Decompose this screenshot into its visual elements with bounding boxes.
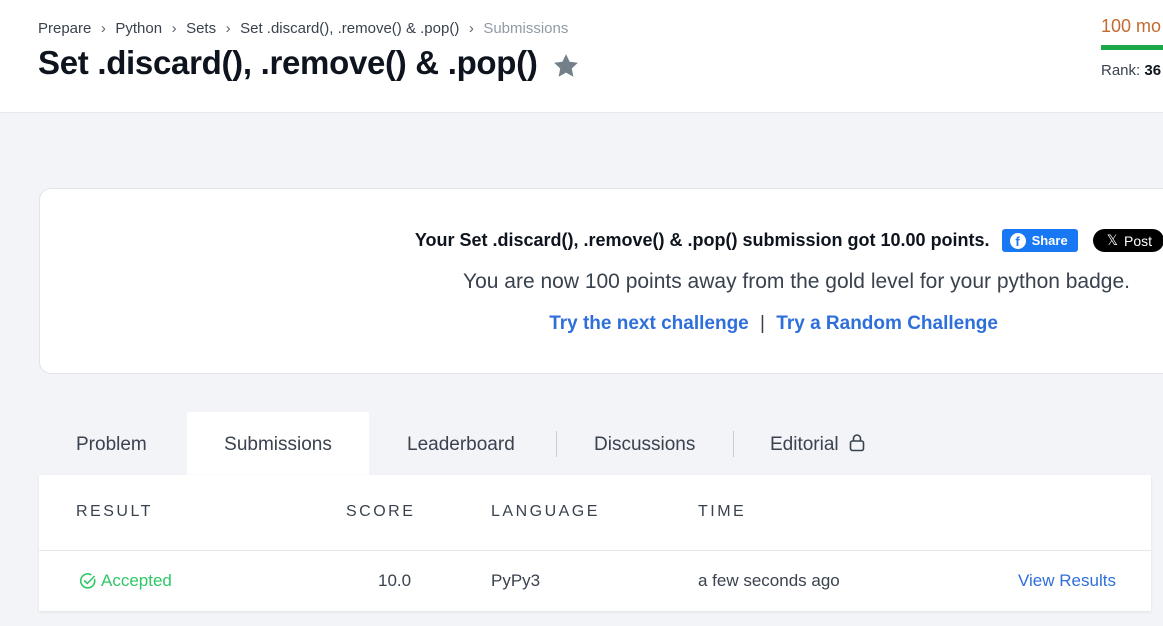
breadcrumb-python[interactable]: Python xyxy=(115,20,162,37)
tab-discussions[interactable]: Discussions xyxy=(594,412,695,476)
column-header-language: LANGUAGE xyxy=(491,503,600,520)
tab-divider xyxy=(556,431,557,457)
points-progress-fill xyxy=(1101,45,1163,50)
page-title: Set .discard(), .remove() & .pop() xyxy=(38,44,538,81)
tab-problem[interactable]: Problem xyxy=(76,412,147,476)
column-header-result: RESULT xyxy=(76,503,153,520)
submission-result-card: Your Set .discard(), .remove() & .pop() … xyxy=(39,188,1163,374)
breadcrumb: Prepare › Python › Sets › Set .discard()… xyxy=(38,20,568,37)
next-challenge-links: Try the next challenge | Try a Random Ch… xyxy=(40,313,998,335)
result-status-label: Accepted xyxy=(101,571,172,590)
submissions-table: RESULT SCORE LANGUAGE TIME Accepted 10.0… xyxy=(39,475,1151,611)
page-header: Prepare › Python › Sets › Set .discard()… xyxy=(0,0,1163,113)
result-status: Accepted xyxy=(79,571,172,591)
result-message-row: Your Set .discard(), .remove() & .pop() … xyxy=(40,229,1163,252)
facebook-share-label: Share xyxy=(1031,233,1068,248)
points-progress-bar xyxy=(1101,45,1163,50)
chevron-right-icon: › xyxy=(100,20,106,37)
chevron-right-icon: › xyxy=(171,20,177,37)
time-value: a few seconds ago xyxy=(698,571,840,590)
rank: Rank: 36 xyxy=(1101,62,1161,79)
breadcrumb-prepare[interactable]: Prepare xyxy=(38,20,91,37)
result-message: Your Set .discard(), .remove() & .pop() … xyxy=(414,230,990,250)
lock-icon xyxy=(849,434,865,452)
language-value: PyPy3 xyxy=(491,571,541,590)
breadcrumb-challenge[interactable]: Set .discard(), .remove() & .pop() xyxy=(240,20,459,37)
chevron-right-icon: › xyxy=(468,20,474,37)
breadcrumb-sets[interactable]: Sets xyxy=(186,20,216,37)
column-header-score: SCORE xyxy=(346,503,416,520)
chevron-right-icon: › xyxy=(225,20,231,37)
view-results-link[interactable]: View Results xyxy=(1018,571,1116,591)
challenge-tabs: Problem Submissions Leaderboard Discussi… xyxy=(39,412,1163,476)
link-separator: | xyxy=(760,313,765,334)
tab-editorial[interactable]: Editorial xyxy=(770,412,866,476)
header-divider xyxy=(39,550,1151,551)
star-icon[interactable] xyxy=(551,51,581,81)
points-remaining: 100 mo xyxy=(1101,16,1162,36)
tab-divider xyxy=(733,431,734,457)
facebook-share-button[interactable]: f Share xyxy=(1001,229,1078,252)
column-header-time: TIME xyxy=(698,503,747,520)
tab-editorial-label: Editorial xyxy=(770,434,839,455)
tab-leaderboard[interactable]: Leaderboard xyxy=(407,412,515,476)
x-post-label: Post xyxy=(1123,232,1152,249)
check-circle-icon xyxy=(79,573,96,589)
tab-submissions[interactable]: Submissions xyxy=(187,412,369,476)
score-value: 10.0 xyxy=(378,571,412,590)
rank-label: Rank: xyxy=(1101,62,1141,79)
facebook-icon: f xyxy=(1009,232,1026,249)
try-next-challenge-link[interactable]: Try the next challenge xyxy=(549,313,749,334)
badge-progress-text: You are now 100 points away from the gol… xyxy=(463,270,1130,293)
x-post-button[interactable]: 𝕏 Post xyxy=(1092,229,1163,252)
breadcrumb-submissions: Submissions xyxy=(483,20,569,37)
rank-value: 36 xyxy=(1144,62,1162,79)
x-logo-icon: 𝕏 xyxy=(1106,232,1118,248)
try-random-challenge-link[interactable]: Try a Random Challenge xyxy=(776,313,998,334)
